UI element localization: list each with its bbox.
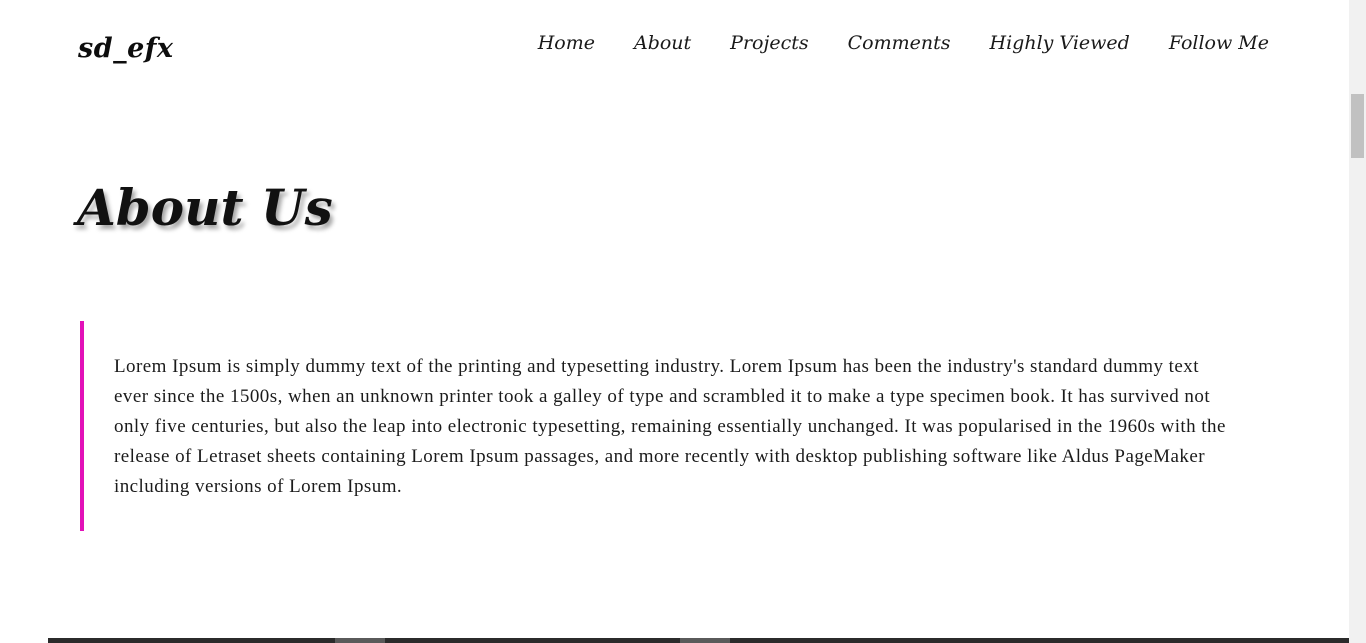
nav-link-about[interactable]: About bbox=[634, 32, 691, 54]
page: sd_efx Home About Projects Comments High… bbox=[0, 0, 1349, 643]
nav-link-highly-viewed[interactable]: Highly Viewed bbox=[990, 32, 1130, 54]
bottom-edge-bar bbox=[48, 638, 1349, 643]
bottom-edge-segment bbox=[335, 638, 385, 643]
nav-link-comments[interactable]: Comments bbox=[848, 32, 951, 54]
nav-link-home[interactable]: Home bbox=[538, 32, 595, 54]
vertical-scrollbar[interactable] bbox=[1349, 0, 1366, 643]
nav-item: Comments bbox=[809, 32, 951, 54]
nav-item: Highly Viewed bbox=[951, 32, 1130, 54]
brand-logo[interactable]: sd_efx bbox=[78, 33, 173, 64]
navbar: sd_efx Home About Projects Comments High… bbox=[0, 0, 1349, 95]
nav-item: About bbox=[595, 32, 691, 54]
nav-item: Projects bbox=[691, 32, 808, 54]
bottom-edge-segment bbox=[680, 638, 730, 643]
about-body-text: Lorem Ipsum is simply dummy text of the … bbox=[114, 356, 1226, 497]
nav-link-projects[interactable]: Projects bbox=[730, 32, 808, 54]
nav-item: Home bbox=[538, 32, 595, 54]
nav-item: Follow Me bbox=[1130, 32, 1269, 54]
about-heading: About Us bbox=[77, 178, 333, 237]
about-quote-block: Lorem Ipsum is simply dummy text of the … bbox=[80, 321, 1240, 531]
nav-menu: Home About Projects Comments Highly View… bbox=[538, 32, 1269, 54]
nav-link-follow-me[interactable]: Follow Me bbox=[1169, 32, 1269, 54]
scrollbar-thumb[interactable] bbox=[1351, 94, 1364, 158]
